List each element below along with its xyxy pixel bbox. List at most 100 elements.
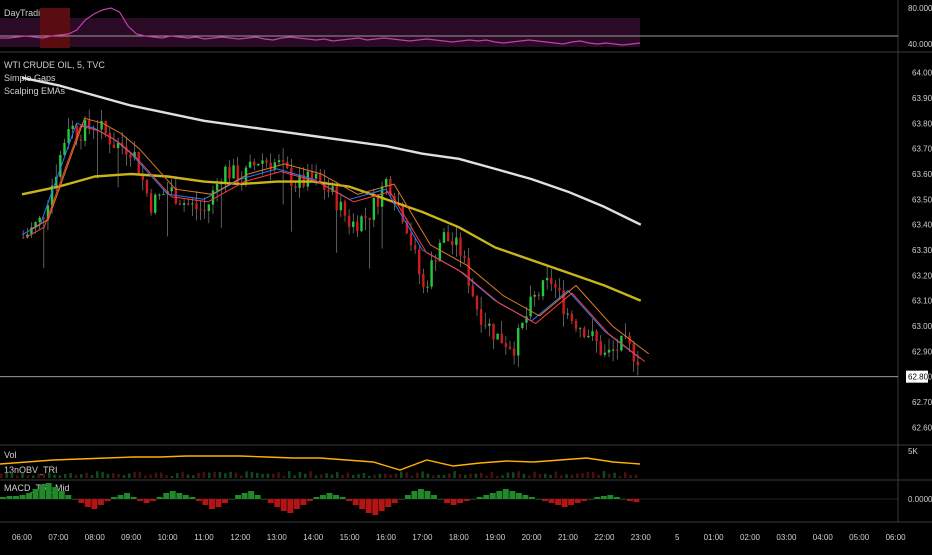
macd-bar-down	[274, 499, 281, 507]
macd-bar-up	[111, 497, 117, 499]
vol-bar	[341, 474, 344, 478]
study-simple-gaps[interactable]: Simple Gaps	[4, 73, 56, 83]
candle-up	[339, 201, 343, 211]
price-axis[interactable]: 64.00 63.90 63.80 63.70 63.60 63.50 63.40 63.30…	[906, 69, 932, 433]
vol-bar	[112, 473, 115, 478]
time-tick: 02:00	[740, 533, 761, 542]
macd-bar-up	[39, 485, 46, 499]
candle-down	[479, 309, 483, 325]
candle-down	[376, 198, 380, 207]
time-tick: 16:00	[376, 533, 397, 542]
vol-tick: 5K	[908, 447, 918, 456]
candle-up	[162, 194, 165, 196]
candle-down	[343, 201, 347, 216]
macd-bar-down	[202, 499, 209, 505]
candle-down	[537, 294, 541, 297]
candle-down	[22, 237, 25, 239]
candle-down	[550, 278, 553, 285]
vol-bar	[170, 475, 174, 478]
macd-bar-up	[228, 499, 235, 500]
vol-bar	[458, 473, 462, 478]
candle-down	[129, 154, 132, 158]
study-scalping-emas[interactable]: Scalping EMAs	[4, 86, 66, 96]
vol-bar	[240, 475, 243, 478]
vol-bar	[64, 474, 67, 478]
vol-bar	[602, 471, 606, 478]
macd-bar-up	[65, 495, 72, 499]
candle-up	[215, 183, 219, 191]
candle-down	[636, 361, 640, 366]
vol-bar	[304, 473, 307, 478]
price-chart[interactable]: DayTrading_RSI 80.000040.0000 WTI CRUDE …	[0, 0, 932, 550]
vol-bar	[330, 474, 334, 478]
last-price-label: 62.80	[908, 373, 929, 382]
vol-bar	[416, 472, 419, 478]
vol-bar	[421, 471, 424, 478]
candle-down	[484, 324, 487, 326]
vol-bar	[229, 471, 232, 478]
chart-stage[interactable]: DayTrading_RSI 80.000040.0000 WTI CRUDE …	[0, 0, 932, 550]
time-tick: 09:00	[121, 533, 142, 542]
macd-bar-down	[385, 499, 392, 507]
vol-bar	[394, 473, 398, 478]
candle-up	[488, 323, 491, 326]
price-tick: 63.00	[912, 322, 932, 331]
macd-bar-down	[378, 499, 385, 511]
candle-down	[347, 215, 351, 228]
vol-bar	[544, 473, 547, 478]
macd-bar-down	[300, 499, 307, 505]
vol-bar	[26, 474, 30, 478]
macd-bar-down	[137, 499, 144, 501]
pane-separators	[0, 0, 932, 523]
macd-bar-up	[339, 497, 346, 499]
rsi-highlight	[40, 8, 70, 48]
vol-bar	[288, 471, 291, 478]
macd-bar-up	[483, 495, 490, 499]
candle-down	[327, 189, 330, 192]
macd-bar-up	[496, 491, 503, 499]
time-axis[interactable]: 06:00 07:00 08:00 09:00 10:00 11:00 12:00 13:00…	[12, 533, 906, 542]
vol-bar	[58, 475, 62, 478]
candle-up	[438, 242, 442, 262]
vol-bar	[266, 473, 270, 478]
vol-bar	[384, 473, 387, 478]
vol-bar	[373, 474, 376, 478]
candle-up	[182, 203, 186, 205]
candle-down	[112, 144, 116, 149]
vol-bar	[298, 472, 302, 478]
vol-bar	[149, 474, 152, 478]
candle-up	[248, 161, 252, 168]
vol-bar	[565, 474, 568, 478]
vol-bar	[618, 475, 622, 478]
candle-up	[541, 280, 545, 297]
macd-bar-up	[600, 496, 607, 499]
time-tick: 23:00	[631, 533, 652, 542]
candle-up	[607, 349, 611, 353]
macd-bar-up	[404, 495, 411, 499]
macd-bar-down	[215, 499, 222, 507]
price-tick: 64.00	[912, 69, 932, 78]
vol-bar	[176, 473, 179, 478]
vol-bar	[5, 472, 8, 478]
ema-fast-line	[21, 122, 642, 360]
vol-bar	[37, 473, 40, 478]
macd-bar-down	[561, 499, 568, 507]
vol-bar	[277, 472, 280, 478]
candle-up	[360, 216, 363, 232]
vol-bar	[69, 473, 72, 478]
macd-bar-up	[411, 491, 418, 499]
macd-bar-up	[71, 499, 78, 500]
vol-bar	[80, 474, 83, 478]
candle-down	[459, 237, 462, 256]
vol-bar	[234, 472, 238, 478]
price-tick: 63.70	[912, 145, 932, 154]
vol-bar	[101, 471, 104, 478]
rsi-tick-80: 80.0000	[908, 4, 932, 13]
vol-bar	[634, 474, 638, 478]
candle-up	[587, 335, 590, 338]
vol-bar	[208, 472, 211, 478]
candle-down	[290, 168, 293, 187]
macd-bar-down	[346, 499, 353, 501]
candle-down	[422, 274, 425, 288]
time-tick: 07:00	[48, 533, 69, 542]
